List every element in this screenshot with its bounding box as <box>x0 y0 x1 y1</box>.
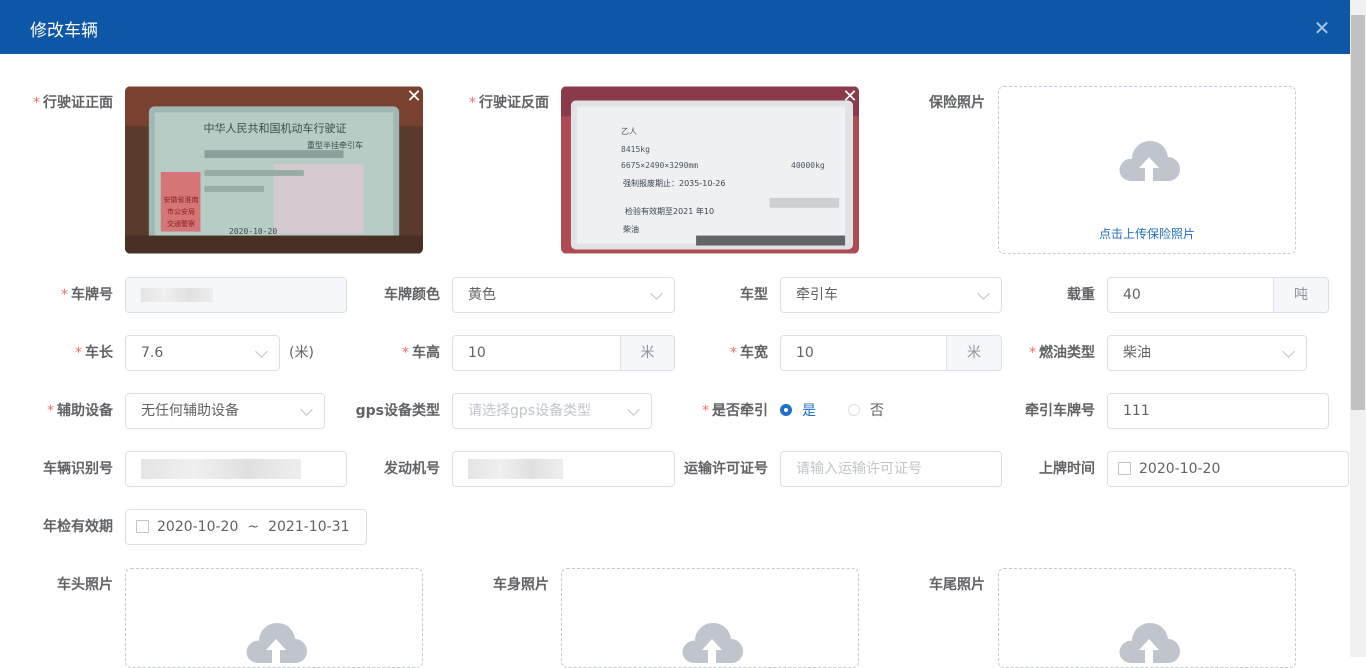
load-label: 载重 <box>1067 287 1095 303</box>
inspection-valid-label: 年检有效期 <box>43 519 113 535</box>
head-photo-label: 车头照片 <box>57 577 113 593</box>
svg-text:柴油: 柴油 <box>623 224 639 234</box>
width-input[interactable]: 10 <box>780 335 948 371</box>
remove-photo-icon[interactable]: ✕ <box>406 88 422 106</box>
engine-no-label: 发动机号 <box>384 461 440 477</box>
body-photo-label: 车身照片 <box>493 577 549 593</box>
svg-text:40000kg: 40000kg <box>791 161 825 170</box>
chevron-down-icon <box>627 403 640 416</box>
load-unit: 吨 <box>1273 277 1329 313</box>
plate-color-label: 车牌颜色 <box>384 287 440 303</box>
plate-no-input[interactable] <box>125 277 347 313</box>
svg-text:6675×2490×3290mm: 6675×2490×3290mm <box>621 161 698 170</box>
head-photo-upload[interactable] <box>125 568 423 668</box>
vin-input[interactable] <box>125 451 347 487</box>
height-input[interactable]: 10 <box>452 335 622 371</box>
length-select[interactable]: 7.6 <box>125 335 280 371</box>
scrollbar-thumb[interactable] <box>1351 15 1365 410</box>
svg-text:检验有效期至2021 年10: 检验有效期至2021 年10 <box>625 206 714 216</box>
chevron-down-icon <box>1282 345 1295 358</box>
remove-photo-icon[interactable]: ✕ <box>842 88 858 106</box>
dialog-title: 修改车辆 <box>30 21 98 41</box>
fuel-type-select[interactable]: 柴油 <box>1107 335 1307 371</box>
inspection-range-picker[interactable]: 2020-10-20 ~2021-10-31 <box>125 509 367 545</box>
traction-plate-label: 牵引车牌号 <box>1025 403 1095 419</box>
svg-text:交通警察: 交通警察 <box>167 219 195 228</box>
register-date-label: 上牌时间 <box>1039 461 1095 477</box>
height-unit: 米 <box>620 335 675 371</box>
license-front-upload[interactable]: 中华人民共和国机动车行驶证 重型半挂牵引车 安徽省淮南 市公安局 交通警察 20… <box>125 86 423 254</box>
plate-no-label: * 车牌号 <box>61 287 113 303</box>
is-traction-label: * 是否牵引 <box>702 403 768 419</box>
cloud-upload-icon <box>246 623 307 663</box>
plate-color-select[interactable]: 黄色 <box>452 277 675 313</box>
aux-equipment-label: * 辅助设备 <box>47 403 113 419</box>
gps-type-select[interactable]: 请选择gps设备类型 <box>452 393 652 429</box>
insurance-upload[interactable]: 点击上传保险照片 <box>998 86 1296 254</box>
license-back-label: * 行驶证反面 <box>469 95 549 111</box>
traction-no-radio[interactable]: 否 <box>848 401 884 421</box>
register-date-picker[interactable]: 2020-10-20 <box>1107 451 1349 487</box>
svg-text:8415kg: 8415kg <box>621 145 650 154</box>
engine-no-input[interactable] <box>452 451 675 487</box>
aux-equipment-select[interactable]: 无任何辅助设备 <box>125 393 325 429</box>
traction-yes-radio[interactable]: 是 <box>780 401 816 421</box>
cloud-upload-icon <box>1119 623 1180 663</box>
transport-permit-input[interactable]: 请输入运输许可证号 <box>780 451 1002 487</box>
license-back-upload[interactable]: 乙人 8415kg 6675×2490×3290mm 40000kg 强制报废期… <box>561 86 859 254</box>
svg-text:乙人: 乙人 <box>621 127 637 136</box>
svg-text:市公安局: 市公安局 <box>167 207 195 216</box>
svg-text:重型半挂牵引车: 重型半挂牵引车 <box>307 140 363 150</box>
width-label: * 车宽 <box>730 345 768 361</box>
license-back-text: 乙人 8415kg 6675×2490×3290mm 40000kg 强制报废期… <box>621 127 825 234</box>
tail-photo-label: 车尾照片 <box>929 577 985 593</box>
svg-text:强制报废期止：2035-10-26: 强制报废期止：2035-10-26 <box>623 178 726 188</box>
svg-text:安徽省淮南: 安徽省淮南 <box>164 195 199 204</box>
calendar-icon <box>1118 461 1131 475</box>
chevron-down-icon <box>300 403 313 416</box>
svg-text:2020-10-20: 2020-10-20 <box>229 227 277 236</box>
license-front-label: * 行驶证正面 <box>33 95 113 111</box>
cloud-upload-icon <box>1119 141 1180 181</box>
width-unit: 米 <box>946 335 1002 371</box>
vehicle-type-select[interactable]: 牵引车 <box>780 277 1002 313</box>
close-icon[interactable]: ✕ <box>1312 18 1332 38</box>
length-label: * 车长 <box>75 345 113 361</box>
calendar-icon <box>136 519 149 533</box>
insurance-photo-label: 保险照片 <box>929 95 985 111</box>
chevron-down-icon <box>977 287 990 300</box>
fuel-type-label: * 燃油类型 <box>1029 345 1095 361</box>
traction-plate-input[interactable]: 111 <box>1107 393 1329 429</box>
gps-type-label: gps设备类型 <box>355 403 440 419</box>
length-unit: (米) <box>289 345 314 361</box>
svg-text:中华人民共和国机动车行驶证: 中华人民共和国机动车行驶证 <box>204 121 347 135</box>
license-front-text: 中华人民共和国机动车行驶证 重型半挂牵引车 安徽省淮南 市公安局 交通警察 20… <box>164 121 364 236</box>
tail-photo-upload[interactable] <box>998 568 1296 668</box>
load-input[interactable]: 40 <box>1107 277 1275 313</box>
vin-label: 车辆识别号 <box>43 461 113 477</box>
chevron-down-icon <box>650 287 663 300</box>
dialog-header: 修改车辆 ✕ <box>0 0 1350 54</box>
upload-insurance-link[interactable]: 点击上传保险照片 <box>999 225 1295 242</box>
cloud-upload-icon <box>682 623 743 663</box>
transport-permit-label: 运输许可证号 <box>684 461 768 477</box>
height-label: * 车高 <box>402 345 440 361</box>
chevron-down-icon <box>255 345 268 358</box>
vehicle-type-label: 车型 <box>740 287 768 303</box>
body-photo-upload[interactable] <box>561 568 859 668</box>
